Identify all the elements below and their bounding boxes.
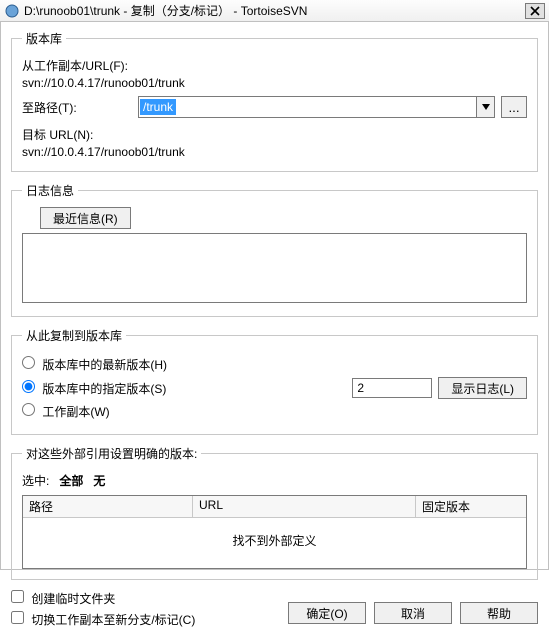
bottom-row: 创建临时文件夹 切换工作副本至新分支/标记(C) 确定(O) 取消 帮助	[11, 590, 538, 628]
from-url-label: 从工作副本/URL(F):	[22, 57, 527, 74]
externals-group: 对这些外部引用设置明确的版本: 选中: 全部 无 路径 URL 固定版本 找不到…	[11, 445, 538, 580]
copy-legend: 从此复制到版本库	[22, 327, 126, 344]
radio-specific-revision[interactable]: 版本库中的指定版本(S)	[22, 380, 346, 397]
externals-empty-text: 找不到外部定义	[23, 518, 526, 549]
radio-working-copy-input[interactable]	[22, 403, 35, 416]
create-temp-folder-input[interactable]	[11, 590, 24, 603]
switch-wc-checkbox[interactable]: 切换工作副本至新分支/标记(C)	[11, 611, 280, 628]
from-url-value: svn://10.0.4.17/runoob01/trunk	[22, 76, 527, 90]
window-title: D:\runoob01\trunk - 复制（分支/标记） - Tortoise…	[24, 2, 525, 19]
repository-group: 版本库 从工作副本/URL(F): svn://10.0.4.17/runoob…	[11, 30, 538, 172]
externals-table: 路径 URL 固定版本 找不到外部定义	[22, 495, 527, 569]
externals-select-row: 选中: 全部 无	[22, 472, 527, 489]
close-button[interactable]	[525, 3, 545, 19]
repository-legend: 版本库	[22, 30, 66, 47]
externals-select-none-link[interactable]: 无	[93, 474, 105, 488]
radio-working-copy[interactable]: 工作副本(W)	[22, 403, 110, 420]
ok-button[interactable]: 确定(O)	[288, 602, 366, 624]
to-path-combobox[interactable]: /trunk	[138, 96, 495, 118]
col-path-header[interactable]: 路径	[23, 496, 193, 517]
show-log-button[interactable]: 显示日志(L)	[438, 377, 527, 399]
externals-table-header: 路径 URL 固定版本	[23, 496, 526, 518]
externals-select-all-link[interactable]: 全部	[59, 474, 83, 488]
radio-head-revision[interactable]: 版本库中的最新版本(H)	[22, 356, 167, 373]
log-group: 日志信息 最近信息(R)	[11, 182, 538, 317]
target-url-value: svn://10.0.4.17/runoob01/trunk	[22, 145, 527, 159]
browse-button[interactable]: ...	[501, 96, 527, 118]
target-url-label: 目标 URL(N):	[22, 126, 527, 143]
window-body: 版本库 从工作副本/URL(F): svn://10.0.4.17/runoob…	[0, 22, 549, 570]
cancel-button[interactable]: 取消	[374, 602, 452, 624]
radio-specific-revision-input[interactable]	[22, 380, 35, 393]
log-message-textarea[interactable]	[22, 233, 527, 303]
to-path-label: 至路径(T):	[22, 99, 132, 116]
chevron-down-icon	[476, 97, 494, 117]
recent-messages-button[interactable]: 最近信息(R)	[40, 207, 131, 229]
externals-legend: 对这些外部引用设置明确的版本:	[22, 445, 201, 462]
title-bar: D:\runoob01\trunk - 复制（分支/标记） - Tortoise…	[0, 0, 549, 22]
revision-input[interactable]	[352, 378, 432, 398]
help-button[interactable]: 帮助	[460, 602, 538, 624]
switch-wc-input[interactable]	[11, 611, 24, 624]
app-icon	[4, 3, 20, 19]
create-temp-folder-checkbox[interactable]: 创建临时文件夹	[11, 590, 280, 607]
col-rev-header[interactable]: 固定版本	[416, 496, 526, 517]
col-url-header[interactable]: URL	[193, 496, 416, 517]
log-legend: 日志信息	[22, 182, 78, 199]
radio-head-revision-input[interactable]	[22, 356, 35, 369]
to-path-selected: /trunk	[140, 99, 176, 115]
copy-group: 从此复制到版本库 版本库中的最新版本(H) 版本库中的指定版本(S) 显示日志(…	[11, 327, 538, 435]
